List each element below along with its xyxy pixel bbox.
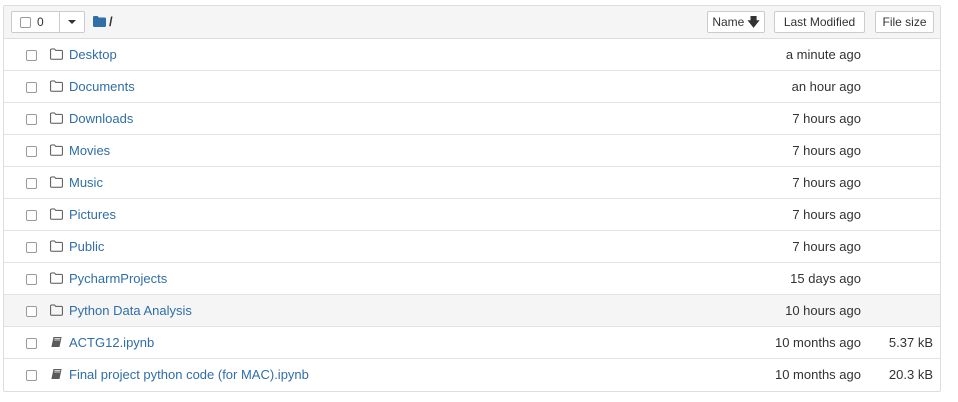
sort-by-name-button[interactable]: Name 🡇 — [707, 11, 765, 33]
list-header: 0 / Name 🡇 Last Modified File size — [4, 6, 940, 39]
list-item[interactable]: ACTG12.ipynb 10 months ago 5.37 kB — [4, 327, 940, 359]
item-file-size: 5.37 kB — [888, 335, 933, 350]
item-last-modified: 15 days ago — [790, 271, 861, 286]
selected-count: 0 — [37, 15, 44, 29]
sort-name-label: Name — [712, 15, 745, 29]
item-last-modified: 7 hours ago — [792, 143, 861, 158]
folder-outline-icon — [50, 272, 63, 284]
folder-outline-icon — [50, 240, 63, 252]
item-checkbox[interactable] — [26, 114, 37, 125]
item-checkbox[interactable] — [26, 274, 37, 285]
item-checkbox[interactable] — [26, 210, 37, 221]
item-name-link[interactable]: PycharmProjects — [69, 271, 167, 286]
folder-outline-icon — [50, 112, 63, 124]
item-checkbox[interactable] — [26, 338, 37, 349]
file-list-body: Desktop a minute ago Documents an hour a… — [4, 39, 940, 391]
item-last-modified: 7 hours ago — [792, 111, 861, 126]
home-folder-icon[interactable] — [93, 16, 106, 27]
item-name-link[interactable]: Pictures — [69, 207, 116, 222]
item-name-link[interactable]: Public — [69, 239, 104, 254]
item-checkbox[interactable] — [26, 370, 37, 381]
sort-by-last-modified-button[interactable]: Last Modified — [774, 11, 865, 33]
folder-outline-icon — [50, 48, 63, 60]
item-last-modified: 7 hours ago — [792, 207, 861, 222]
item-name-link[interactable]: Downloads — [69, 111, 133, 126]
folder-outline-icon — [50, 144, 63, 156]
item-checkbox[interactable] — [26, 50, 37, 61]
item-name-link[interactable]: Music — [69, 175, 103, 190]
item-last-modified: 10 months ago — [774, 367, 861, 382]
item-file-size: 20.3 kB — [888, 367, 933, 382]
folder-outline-icon — [50, 208, 63, 220]
item-checkbox[interactable] — [26, 82, 37, 93]
list-item[interactable]: Music 7 hours ago — [4, 167, 940, 199]
item-checkbox[interactable] — [26, 178, 37, 189]
list-item[interactable]: PycharmProjects 15 days ago — [4, 263, 940, 295]
arrow-down-icon: 🡇 — [747, 15, 760, 29]
sort-by-file-size-button[interactable]: File size — [875, 11, 934, 33]
select-all-checkbox[interactable] — [20, 16, 31, 28]
list-item[interactable]: Pictures 7 hours ago — [4, 199, 940, 231]
list-item[interactable]: Desktop a minute ago — [4, 39, 940, 71]
list-item[interactable]: Python Data Analysis 10 hours ago — [4, 295, 940, 327]
notebook-file-list: 0 / Name 🡇 Last Modified File size Deskt… — [3, 5, 941, 392]
list-item[interactable]: Downloads 7 hours ago — [4, 103, 940, 135]
item-checkbox[interactable] — [26, 242, 37, 253]
caret-down-icon — [68, 20, 76, 24]
folder-outline-icon — [50, 80, 63, 92]
list-item[interactable]: Final project python code (for MAC).ipyn… — [4, 359, 940, 391]
item-name-link[interactable]: Desktop — [69, 47, 117, 62]
sort-size-label: File size — [882, 15, 927, 29]
item-checkbox[interactable] — [26, 306, 37, 317]
item-last-modified: an hour ago — [791, 79, 861, 94]
sort-modified-label: Last Modified — [783, 15, 856, 29]
notebook-icon — [50, 368, 63, 380]
list-item[interactable]: Public 7 hours ago — [4, 231, 940, 263]
item-name-link[interactable]: ACTG12.ipynb — [69, 335, 154, 350]
item-name-link[interactable]: Python Data Analysis — [69, 303, 192, 318]
item-last-modified: 7 hours ago — [792, 239, 861, 254]
item-last-modified: 7 hours ago — [792, 175, 861, 190]
item-last-modified: a minute ago — [785, 47, 861, 62]
item-name-link[interactable]: Final project python code (for MAC).ipyn… — [69, 367, 309, 382]
item-name-link[interactable]: Movies — [69, 143, 110, 158]
list-item[interactable]: Documents an hour ago — [4, 71, 940, 103]
list-item[interactable]: Movies 7 hours ago — [4, 135, 940, 167]
item-last-modified: 10 hours ago — [785, 303, 861, 318]
item-last-modified: 10 months ago — [774, 335, 861, 350]
breadcrumb-root-link[interactable]: / — [109, 14, 113, 29]
folder-outline-icon — [50, 176, 63, 188]
folder-outline-icon — [50, 304, 63, 316]
notebook-icon — [50, 336, 63, 348]
item-name-link[interactable]: Documents — [69, 79, 135, 94]
item-checkbox[interactable] — [26, 146, 37, 157]
breadcrumb: / — [93, 14, 113, 29]
select-all-button[interactable]: 0 — [12, 12, 60, 32]
select-dropdown-button[interactable] — [60, 12, 84, 32]
select-all-group: 0 — [11, 11, 85, 33]
